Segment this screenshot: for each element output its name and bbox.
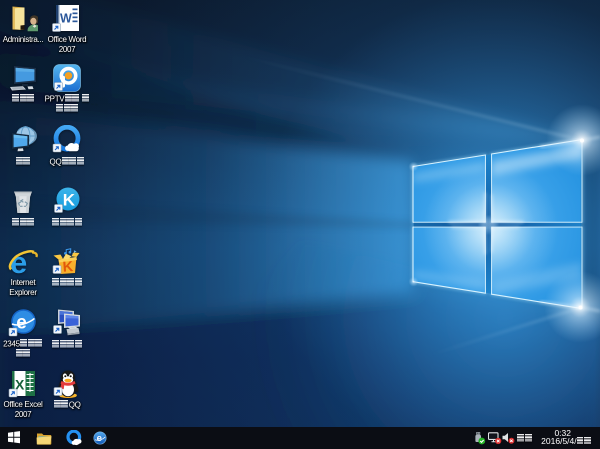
svg-text:K: K bbox=[63, 191, 76, 210]
svg-text:e: e bbox=[97, 433, 102, 444]
svg-text:W: W bbox=[60, 12, 72, 26]
svg-text:K: K bbox=[62, 259, 74, 276]
